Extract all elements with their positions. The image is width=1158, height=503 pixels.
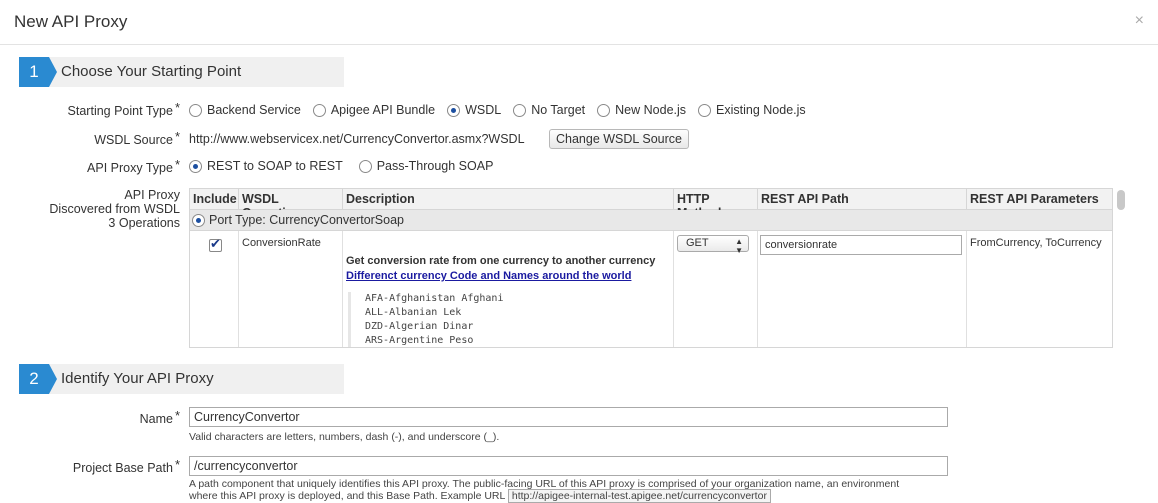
col-description[interactable]: Description (343, 189, 674, 209)
step2-number: 2 (19, 364, 57, 394)
col-rest-api-path[interactable]: REST API Path (758, 189, 967, 209)
radio-no-target[interactable]: No Target (513, 103, 585, 117)
radio-circle[interactable] (597, 103, 611, 117)
rest-params-value: FromCurrency, ToCurrency (970, 237, 1102, 249)
include-checkbox[interactable] (209, 236, 222, 252)
step1-title: Choose Your Starting Point (61, 63, 242, 80)
col-http-method[interactable]: HTTP Method (674, 189, 758, 220)
base-path-hint-line2: where this API proxy is deployed, and th… (189, 489, 771, 503)
starting-point-radio-group: Backend Service Apigee API Bundle WSDL N… (189, 103, 808, 117)
col-wsdl-operation[interactable]: WSDL Operation (239, 189, 343, 220)
list-item: ALL-Albanian Lek (365, 307, 462, 318)
operation-name: ConversionRate (242, 237, 321, 249)
grid-scrollbar[interactable] (1116, 188, 1128, 348)
port-type-radio[interactable] (192, 213, 205, 227)
radio-circle-selected[interactable] (447, 103, 461, 117)
currency-list: AFA-Afghanistan Afghani ALL-Albanian Lek… (348, 292, 504, 347)
radio-pass-through-soap[interactable]: Pass-Through SOAP (358, 159, 493, 173)
radio-circle[interactable] (189, 103, 202, 117)
base-path-input[interactable]: /currencyconvertor (189, 456, 948, 476)
step1-header: 1 Choose Your Starting Point (19, 57, 344, 87)
list-item: DZD-Algerian Dinar (365, 321, 474, 332)
divider (673, 231, 674, 347)
list-item: ARS-Argentine Peso (365, 335, 474, 346)
col-rest-api-parameters[interactable]: REST API Parameters (967, 189, 1112, 209)
radio-backend-service[interactable]: Backend Service (189, 103, 301, 117)
port-type-label: Port Type: CurrencyConvertorSoap (209, 213, 405, 227)
grid-header: Include WSDL Operation Description HTTP … (190, 189, 1112, 220)
dialog-title: New API Proxy (14, 12, 128, 31)
step1-number: 1 (19, 57, 57, 87)
radio-rest-to-soap-to-rest[interactable]: REST to SOAP to REST (189, 159, 343, 173)
rest-path-input[interactable]: conversionrate (760, 235, 962, 255)
radio-apigee-api-bundle[interactable]: Apigee API Bundle (312, 103, 435, 117)
name-hint: Valid characters are letters, numbers, d… (189, 431, 500, 443)
name-label: Name * (139, 408, 180, 426)
radio-circle[interactable] (513, 103, 527, 117)
base-path-label: Project Base Path * (72, 457, 180, 475)
list-item: AFA-Afghanistan Afghani (365, 293, 504, 304)
step2-title: Identify Your API Proxy (61, 370, 214, 387)
divider (238, 231, 239, 347)
proxy-type-radio-group: REST to SOAP to REST Pass-Through SOAP (189, 159, 495, 173)
radio-existing-nodejs[interactable]: Existing Node.js (698, 103, 806, 117)
radio-circle-selected[interactable] (189, 159, 202, 173)
dialog-titlebar: New API Proxy × (0, 0, 1158, 45)
radio-circle[interactable] (358, 159, 372, 173)
radio-circle[interactable] (698, 103, 712, 117)
radio-wsdl[interactable]: WSDL (447, 103, 501, 117)
divider (757, 231, 758, 347)
http-method-select[interactable]: GET ▲ ▼ (677, 235, 749, 255)
operations-grid: Include WSDL Operation Description HTTP … (189, 188, 1113, 348)
starting-point-label: Starting Point Type * (67, 100, 180, 118)
divider (342, 231, 343, 347)
discovered-operations-label: API Proxy Discovered from WSDL 3 Operati… (49, 188, 180, 230)
currency-codes-link[interactable]: Differenct currency Code and Names aroun… (346, 270, 631, 282)
scroll-thumb[interactable] (1117, 190, 1125, 210)
example-url: http://apigee-internal-test.apigee.net/c… (507, 489, 771, 503)
close-icon[interactable]: × (1135, 12, 1144, 30)
step2-header: 2 Identify Your API Proxy (19, 364, 344, 394)
name-input[interactable]: CurrencyConvertor (189, 407, 948, 427)
radio-circle[interactable] (312, 103, 326, 117)
radio-new-nodejs[interactable]: New Node.js (597, 103, 686, 117)
change-wsdl-source-button[interactable]: Change WSDL Source (549, 129, 689, 149)
select-arrows-icon: ▲ ▼ (735, 237, 743, 255)
col-include[interactable]: Include (190, 189, 239, 209)
wsdl-source-value: http://www.webservicex.net/CurrencyConve… (189, 132, 525, 146)
operation-description: Get conversion rate from one currency to… (346, 255, 656, 267)
proxy-type-label: API Proxy Type * (87, 157, 180, 175)
port-type-group-row[interactable]: Port Type: CurrencyConvertorSoap (190, 210, 1112, 231)
wsdl-source-label: WSDL Source * (94, 129, 180, 147)
divider (966, 231, 967, 347)
